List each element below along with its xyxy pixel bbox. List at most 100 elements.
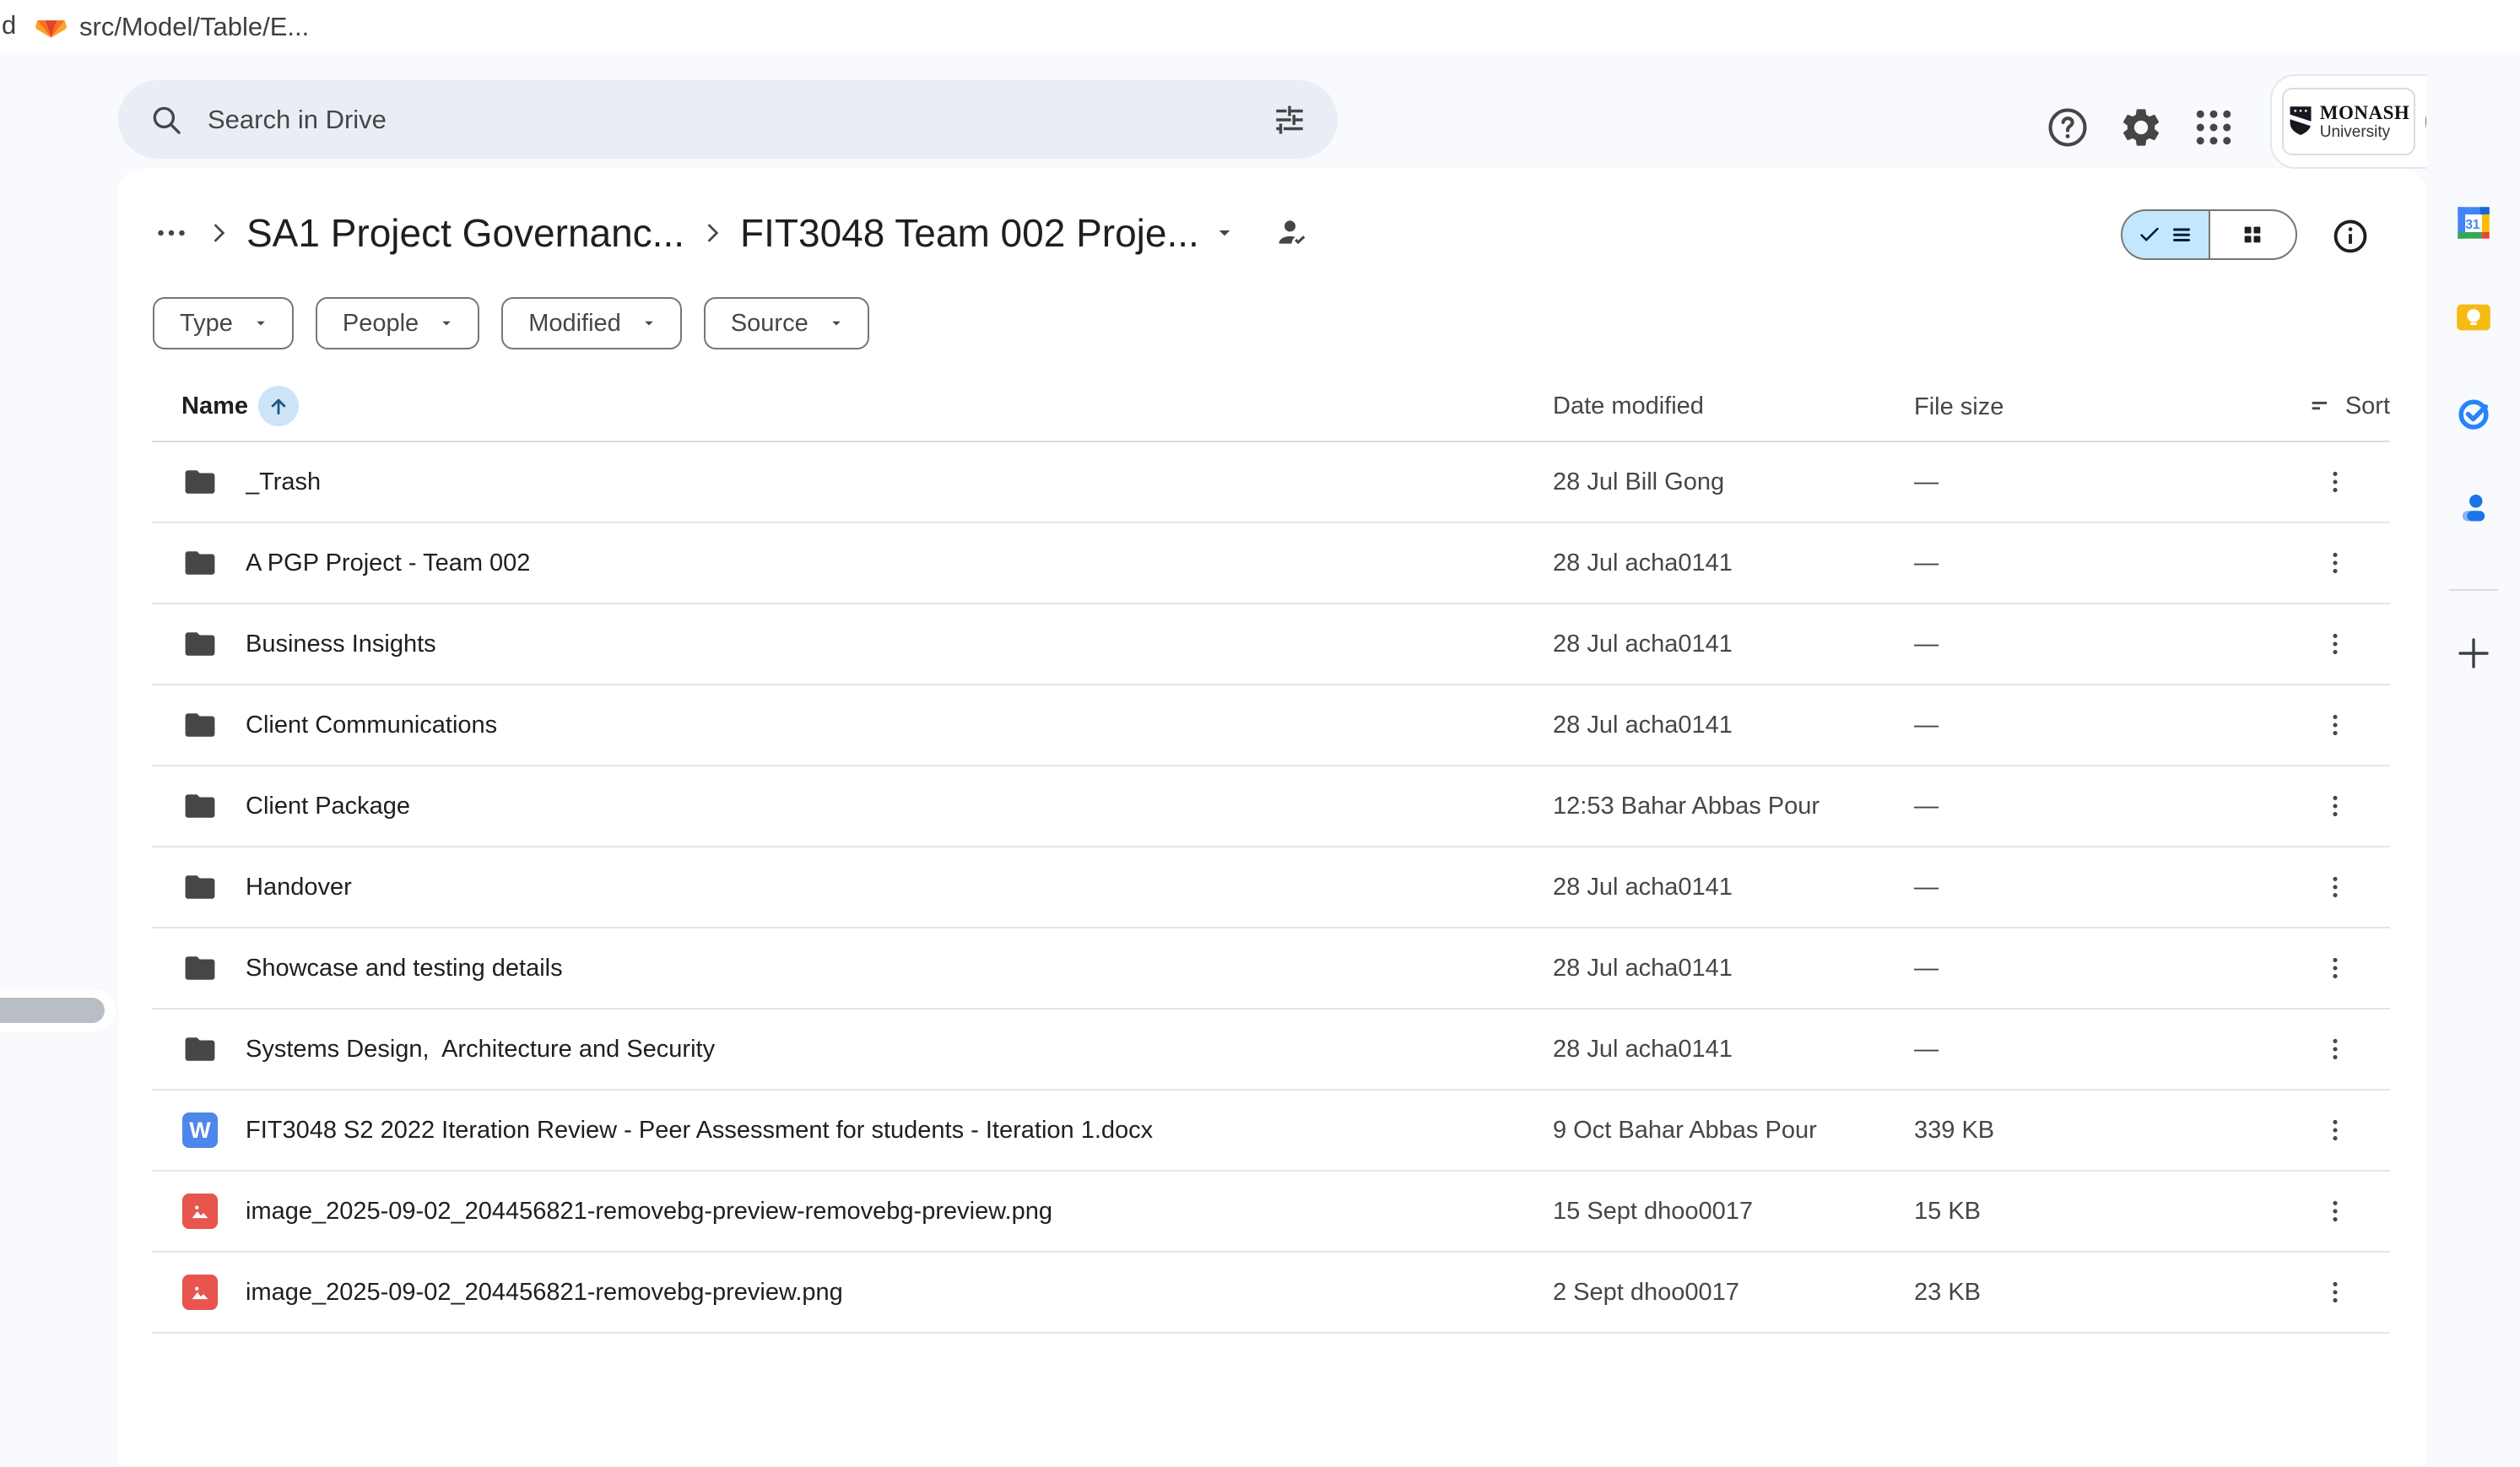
table-header: Name Date modified Sort	[152, 371, 2390, 442]
table-row[interactable]: Business Insights 28 Jul acha0141 —	[152, 604, 2390, 685]
info-icon[interactable]	[2331, 217, 2370, 256]
file-size: —	[1914, 1036, 2297, 1064]
file-size: —	[1914, 468, 2297, 496]
arrow-up-icon	[266, 393, 291, 419]
list-view-button[interactable]	[2123, 211, 2209, 258]
grid-view-button[interactable]	[2209, 211, 2296, 258]
table-row[interactable]: W FIT3048 S2 2022 Iteration Review - Pee…	[152, 1091, 2390, 1172]
table-row[interactable]: Handover 28 Jul acha0141 —	[152, 847, 2390, 928]
org-subtitle: University	[2320, 124, 2410, 140]
file-name: Client Package	[246, 793, 410, 820]
file-name: Systems Design, Architecture and Securit…	[246, 1036, 715, 1064]
filter-chips: Type People Modified Source	[153, 297, 869, 349]
file-size: —	[1914, 549, 2297, 577]
table-row[interactable]: Showcase and testing details 28 Jul acha…	[152, 928, 2390, 1010]
more-options-icon[interactable]	[2315, 624, 2355, 664]
file-name: _Trash	[246, 468, 321, 496]
more-options-icon[interactable]	[2315, 705, 2355, 745]
file-size: —	[1914, 955, 2297, 983]
organisation-logo: MONASH University	[2282, 88, 2415, 155]
more-horizontal-icon[interactable]	[152, 214, 191, 252]
gitlab-logo-icon	[35, 12, 67, 41]
filter-chip-people[interactable]: People	[316, 297, 479, 349]
filter-chip-label: Type	[180, 310, 233, 338]
sort-menu-button[interactable]: Sort	[2306, 392, 2390, 420]
google-contacts-icon[interactable]	[2455, 490, 2492, 527]
breadcrumb-current-folder[interactable]: FIT3048 Team 002 Proje...	[740, 210, 1199, 256]
date-modified: 15 Sept dhoo0017	[1553, 1198, 1914, 1226]
file-table: Name Date modified Sort File size _Trash	[152, 371, 2390, 1334]
filter-chip-source[interactable]: Source	[704, 297, 869, 349]
shared-members-icon[interactable]	[1274, 214, 1312, 252]
table-row[interactable]: Client Package 12:53 Bahar Abbas Pour —	[152, 766, 2390, 847]
file-rows: _Trash 28 Jul Bill Gong — A PGP Project …	[152, 442, 2390, 1334]
filter-chip-modified[interactable]: Modified	[501, 297, 682, 349]
more-options-icon[interactable]	[2315, 1191, 2355, 1232]
svg-text:31: 31	[2465, 218, 2480, 232]
folder-icon	[181, 463, 219, 501]
folder-icon	[181, 869, 219, 906]
side-panel-divider	[2449, 589, 2498, 591]
more-options-icon[interactable]	[2315, 1110, 2355, 1150]
caret-down-icon[interactable]	[1208, 216, 1241, 250]
file-size: —	[1914, 793, 2297, 820]
workspace-side-panel: 31	[2426, 52, 2520, 1467]
file-size: 15 KB	[1914, 1198, 2297, 1226]
breadcrumb-parent-folder[interactable]: SA1 Project Governanc...	[246, 210, 684, 256]
file-name: Business Insights	[246, 631, 436, 658]
caret-down-icon	[434, 311, 459, 336]
table-row[interactable]: _Trash 28 Jul Bill Gong —	[152, 442, 2390, 523]
table-row[interactable]: image_2025-09-02_204456821-removebg-prev…	[152, 1172, 2390, 1253]
filter-chip-type[interactable]: Type	[153, 297, 294, 349]
folder-icon	[181, 625, 219, 663]
chevron-right-icon	[696, 217, 728, 249]
monash-shield-icon	[2288, 106, 2313, 138]
table-row[interactable]: image_2025-09-02_204456821-removebg-prev…	[152, 1253, 2390, 1334]
column-header-name[interactable]: Name	[181, 392, 248, 420]
table-row[interactable]: A PGP Project - Team 002 28 Jul acha0141…	[152, 523, 2390, 604]
file-size: —	[1914, 631, 2297, 658]
google-calendar-icon[interactable]: 31	[2455, 204, 2492, 241]
search-bar[interactable]	[118, 80, 1338, 159]
word-document-icon: W	[181, 1112, 219, 1149]
org-name: MONASH	[2320, 103, 2410, 122]
more-options-icon[interactable]	[2315, 786, 2355, 826]
google-tasks-icon[interactable]	[2455, 395, 2492, 432]
date-modified: 28 Jul Bill Gong	[1553, 468, 1914, 496]
folder-icon	[181, 1031, 219, 1068]
google-keep-icon[interactable]	[2455, 299, 2492, 336]
breadcrumb: SA1 Project Governanc... FIT3048 Team 00…	[152, 192, 1312, 273]
caret-down-icon	[248, 311, 273, 336]
add-side-panel-app-icon[interactable]	[2453, 633, 2494, 674]
help-icon[interactable]	[2045, 105, 2090, 150]
more-options-icon[interactable]	[2315, 1272, 2355, 1313]
table-row[interactable]: Systems Design, Architecture and Securit…	[152, 1010, 2390, 1091]
date-modified: 28 Jul acha0141	[1553, 955, 1914, 983]
more-options-icon[interactable]	[2315, 867, 2355, 907]
browser-tab-title[interactable]: src/Model/Table/E...	[79, 12, 309, 42]
column-header-date: Date modified	[1553, 392, 1914, 420]
scrollbar-thumb[interactable]	[0, 998, 105, 1023]
sort-icon	[2306, 392, 2333, 420]
date-modified: 28 Jul acha0141	[1553, 1036, 1914, 1064]
file-name: Showcase and testing details	[246, 955, 563, 983]
more-options-icon[interactable]	[2315, 948, 2355, 988]
column-header-size: File size	[1914, 393, 2004, 421]
table-row[interactable]: Client Communications 28 Jul acha0141 —	[152, 685, 2390, 766]
grid-view-icon	[2240, 222, 2265, 247]
file-size: —	[1914, 874, 2297, 901]
apps-grid-icon[interactable]	[2191, 105, 2236, 150]
edge-scroll-capsule	[0, 989, 116, 1031]
more-options-icon[interactable]	[2315, 543, 2355, 583]
image-file-icon	[181, 1193, 219, 1230]
gear-icon[interactable]	[2118, 105, 2164, 150]
more-options-icon[interactable]	[2315, 1029, 2355, 1069]
filter-chip-label: Source	[731, 310, 808, 338]
tune-filter-icon[interactable]	[1272, 102, 1307, 138]
more-options-icon[interactable]	[2315, 462, 2355, 502]
sort-ascending-button[interactable]	[258, 386, 299, 426]
previous-window-fragment: d	[2, 10, 16, 41]
search-input[interactable]	[208, 105, 1272, 135]
chevron-right-icon	[203, 217, 235, 249]
search-icon[interactable]	[149, 102, 184, 138]
